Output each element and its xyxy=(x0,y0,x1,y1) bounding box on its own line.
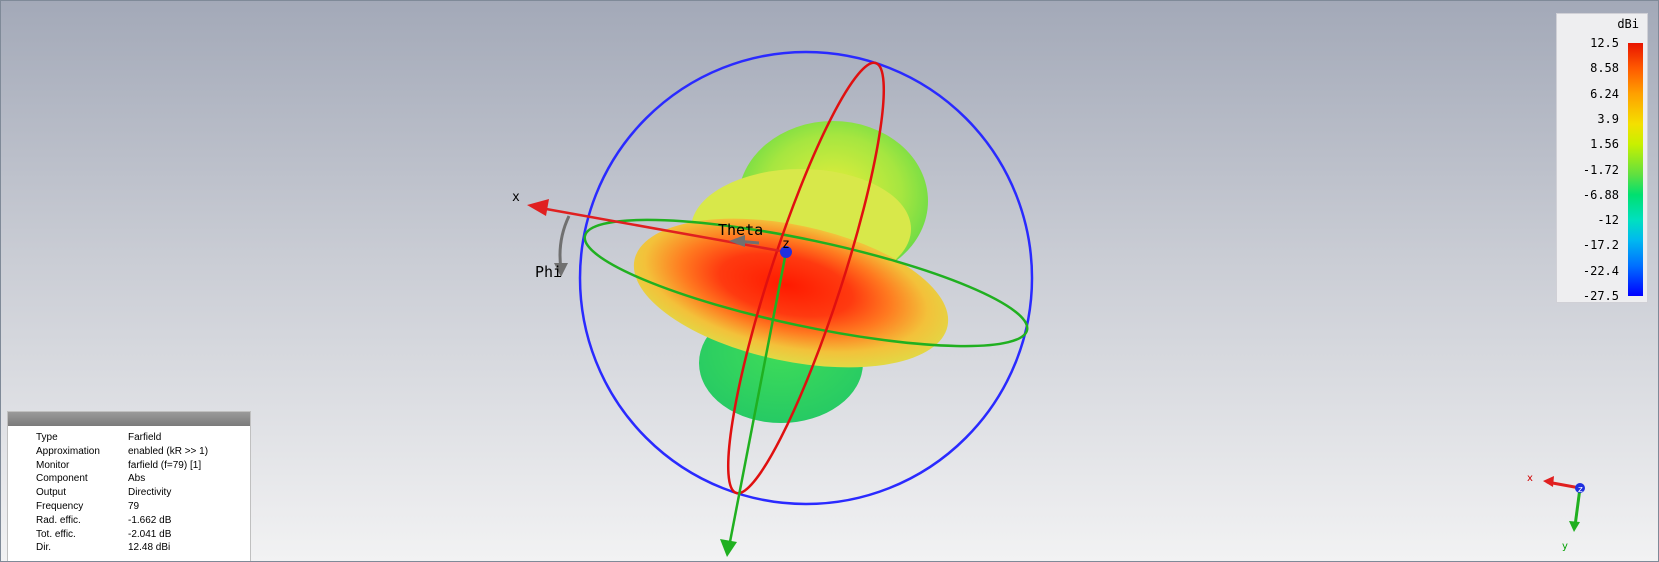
legend-tick: -17.2 xyxy=(1582,238,1619,253)
info-row: Output Directivity xyxy=(36,487,171,498)
radiation-pattern xyxy=(633,121,949,423)
info-key: Component xyxy=(36,473,88,485)
mini-y-arrow xyxy=(1569,521,1580,532)
legend-unit: dBi xyxy=(1617,17,1639,31)
info-key: Type xyxy=(36,432,58,443)
legend-tick: -1.72 xyxy=(1582,162,1619,177)
info-row: Component Abs xyxy=(36,473,145,484)
y-axis-arrow xyxy=(720,539,737,557)
info-key: Frequency xyxy=(36,501,84,512)
info-row: Dir. 12.48 dBi xyxy=(36,542,170,553)
info-row: Tot. effic. -2.041 dB xyxy=(36,529,171,540)
z-axis-label: z xyxy=(782,237,790,252)
info-row: Monitor farfield (f=79) [1] xyxy=(36,460,201,471)
info-value: -1.662 dB xyxy=(128,514,172,526)
mini-y-label: y xyxy=(1562,541,1568,552)
info-value: farfield (f=79) [1] xyxy=(128,459,202,471)
info-key: Approximation xyxy=(36,445,100,457)
info-key: Output xyxy=(36,487,67,499)
phi-label: Phi xyxy=(535,263,562,281)
info-key: Monitor xyxy=(36,459,70,471)
mini-x-label: x xyxy=(1527,473,1533,484)
info-value: -2.041 dB xyxy=(128,528,172,540)
legend-tick: 6.24 xyxy=(1590,86,1619,101)
orientation-triad: x y z xyxy=(1527,473,1585,552)
info-value: Directivity xyxy=(128,487,172,499)
info-key: Rad. effic. xyxy=(36,514,81,526)
info-row: Type Farfield xyxy=(36,432,161,443)
legend-tick: -12 xyxy=(1597,213,1619,228)
info-value: enabled (kR >> 1) xyxy=(128,445,209,457)
legend-tick: 8.58 xyxy=(1590,61,1619,76)
mini-z-label: z xyxy=(1578,485,1583,495)
info-value: 79 xyxy=(128,501,140,512)
theta-label: Theta xyxy=(718,221,763,239)
legend-tick: -27.5 xyxy=(1582,289,1619,303)
phi-arrow xyxy=(558,215,571,270)
legend-tick: 12.5 xyxy=(1590,36,1619,50)
legend-tick: -6.88 xyxy=(1582,187,1619,202)
farfield-3d-viewport[interactable]: x z Theta Phi x y z dBi 12.5 8.58 6.24 3.9 1… xyxy=(0,0,1659,562)
x-axis-arrow xyxy=(527,199,549,216)
info-row: Frequency 79 xyxy=(36,501,139,512)
x-axis-label: x xyxy=(512,190,520,205)
info-value: Abs xyxy=(128,473,146,485)
color-scale-bar xyxy=(1628,43,1643,296)
color-scale-legend: dBi 12.5 8.58 6.24 3.9 1.56 -1.72 -6.88 -12 -17.… xyxy=(1556,13,1648,303)
info-row: Rad. effic. -1.662 dB xyxy=(36,515,171,526)
legend-tick: -22.4 xyxy=(1582,263,1619,278)
info-key: Dir. xyxy=(36,542,51,554)
info-row: Approximation enabled (kR >> 1) xyxy=(36,446,208,457)
info-value: 12.48 dBi xyxy=(128,542,171,554)
info-key: Tot. effic. xyxy=(36,528,76,540)
result-info-panel: Type Farfield Approximation enabled (kR >> … xyxy=(7,411,251,561)
legend-tick: 3.9 xyxy=(1597,111,1619,126)
info-value: Farfield xyxy=(128,432,162,443)
mini-x-arrow xyxy=(1543,476,1554,487)
info-panel-titlebar[interactable] xyxy=(8,412,250,426)
legend-tick: 1.56 xyxy=(1590,137,1619,152)
